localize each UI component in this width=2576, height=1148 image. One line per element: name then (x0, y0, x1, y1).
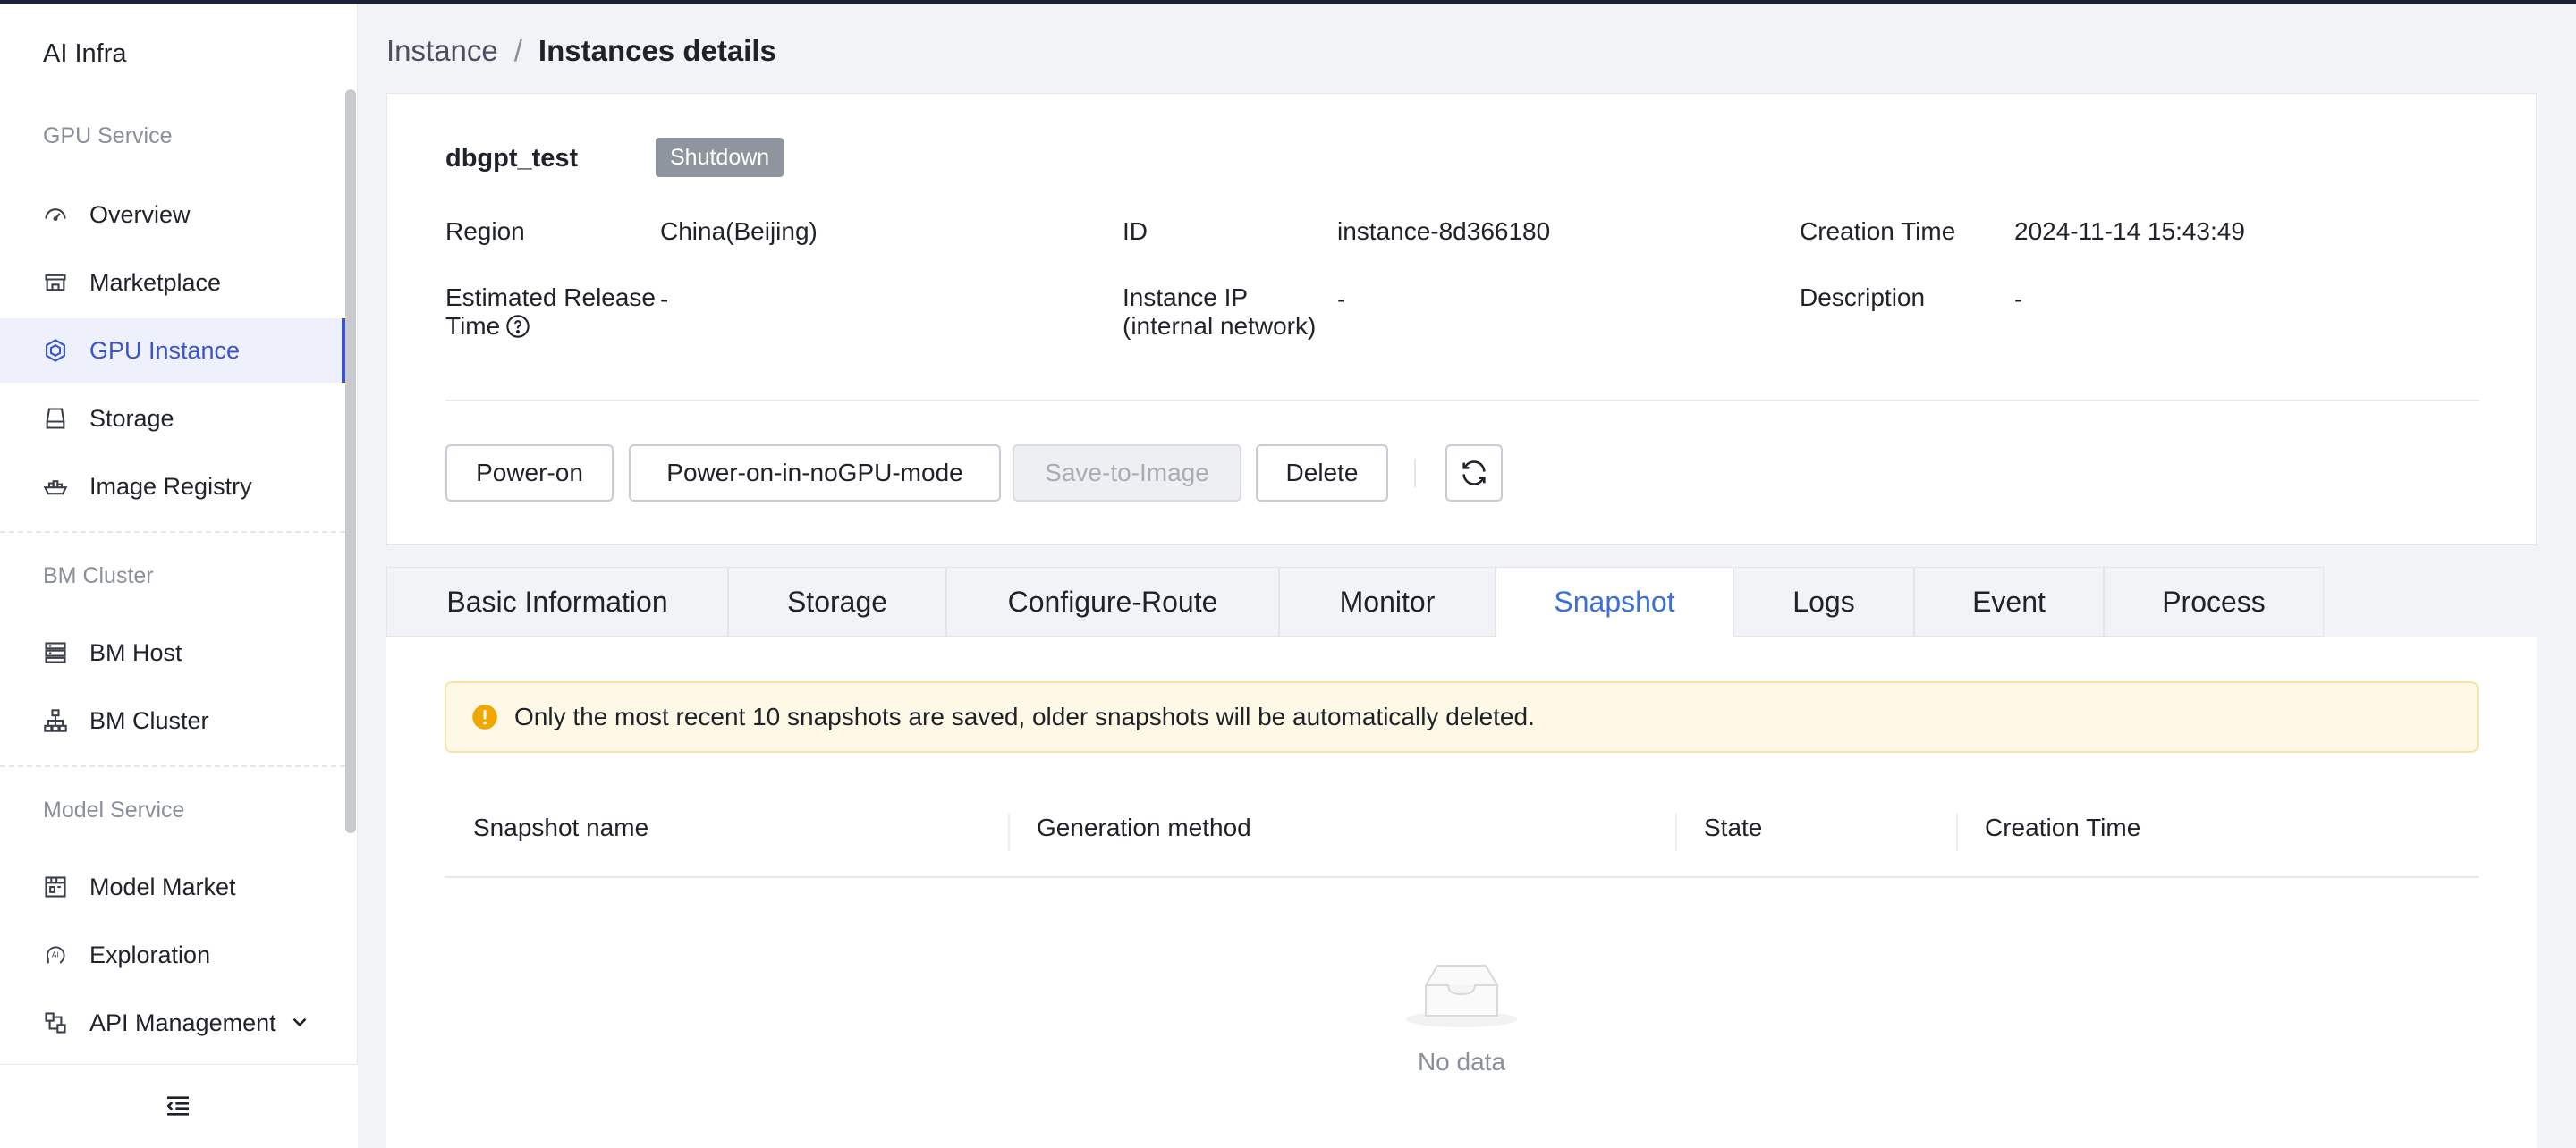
power-on-nogpu-button[interactable]: Power-on-in-noGPU-mode (629, 444, 1001, 502)
delete-button[interactable]: Delete (1256, 444, 1388, 502)
refresh-icon (1462, 460, 1486, 485)
creation-time-label: Creation Time (1800, 217, 1956, 245)
help-icon[interactable] (505, 314, 530, 339)
sidebar-divider (0, 765, 345, 767)
refresh-button[interactable] (1445, 444, 1503, 502)
breadcrumb-instance-link[interactable]: Instance (386, 34, 498, 68)
sidebar-item-label: BM Cluster (89, 706, 209, 734)
sidebar-item-label: Exploration (89, 941, 211, 968)
instance-name: dbgpt_test (445, 144, 579, 173)
sidebar-item-storage[interactable]: Storage (0, 386, 345, 451)
column-generation-method[interactable]: Generation method (1037, 780, 1251, 876)
power-on-button[interactable]: Power-on (445, 444, 614, 502)
id-value: instance-8d366180 (1337, 217, 1551, 245)
empty-text: No data (1417, 1048, 1506, 1076)
server-rack-icon (43, 640, 68, 665)
collapse-sidebar-icon[interactable] (164, 1092, 192, 1120)
tab-monitor[interactable]: Monitor (1279, 567, 1496, 637)
sidebar-item-image-registry[interactable]: Image Registry (0, 454, 345, 519)
instance-ip-value: - (1337, 285, 1346, 313)
sidebar-item-label: Image Registry (89, 472, 252, 500)
api-nodes-icon (43, 1010, 68, 1035)
alert-text: Only the most recent 10 snapshots are sa… (514, 703, 1535, 730)
cluster-tree-icon (43, 708, 68, 733)
id-label: ID (1123, 217, 1148, 245)
breadcrumb-separator: / (513, 34, 522, 67)
sidebar-item-model-market[interactable]: Model Market (0, 855, 345, 919)
app-title: AI Infra (43, 39, 127, 68)
tab-logs[interactable]: Logs (1733, 567, 1914, 637)
group-title-model-service: Model Service (43, 798, 185, 823)
toolbar-separator (1414, 459, 1416, 487)
group-title-gpu-service: GPU Service (43, 123, 173, 148)
creation-time-value: 2024-11-14 15:43:49 (2014, 217, 2245, 245)
sidebar-item-label: GPU Instance (89, 336, 241, 364)
description-value: - (2014, 285, 2023, 313)
column-separator (1008, 814, 1010, 851)
snapshot-panel: Only the most recent 10 snapshots are sa… (386, 637, 2537, 1148)
sidebar-item-marketplace[interactable]: Marketplace (0, 250, 345, 315)
empty-state: No data (386, 958, 2537, 1076)
snapshot-table-header: Snapshot name Generation method State Cr… (445, 780, 2479, 878)
release-time-value: - (660, 285, 669, 313)
container-ship-icon (43, 474, 68, 499)
sidebar-item-label: Marketplace (89, 268, 222, 296)
sidebar-item-label: API Management (89, 1009, 276, 1036)
sidebar-item-label: Overview (89, 200, 191, 228)
gpu-chip-icon (43, 338, 68, 363)
column-state[interactable]: State (1704, 780, 1762, 876)
shop-icon (43, 874, 68, 899)
dashboard-icon (43, 202, 68, 227)
ai-head-icon: AI (43, 942, 68, 967)
release-time-label: Estimated Release Time (445, 283, 656, 341)
tab-configure-route[interactable]: Configure-Route (946, 567, 1279, 637)
description-label: Description (1800, 283, 1926, 311)
instance-ip-label: Instance IP (internal network) (1123, 283, 1316, 341)
tab-process[interactable]: Process (2104, 567, 2324, 637)
sidebar: AI Infra GPU Service Overview Marketplac… (0, 4, 358, 1148)
instance-ip-label-line1: Instance IP (1123, 283, 1249, 311)
breadcrumb: Instance / Instances details (386, 34, 776, 68)
tab-event[interactable]: Event (1914, 567, 2104, 637)
svg-text:AI: AI (52, 950, 59, 958)
store-icon (43, 270, 68, 295)
column-separator (1956, 814, 1958, 851)
sidebar-item-gpu-instance[interactable]: GPU Instance (0, 318, 345, 383)
release-time-label-line2: Time (445, 312, 501, 340)
hard-drive-icon (43, 406, 68, 431)
column-separator (1675, 814, 1677, 851)
region-value: China(Beijing) (660, 217, 818, 245)
release-time-label-line1: Estimated Release (445, 283, 657, 311)
tab-storage[interactable]: Storage (728, 567, 946, 637)
column-snapshot-name[interactable]: Snapshot name (473, 780, 648, 876)
sidebar-item-exploration[interactable]: AI Exploration (0, 923, 345, 987)
sidebar-item-label: Storage (89, 404, 174, 432)
sidebar-item-label: BM Host (89, 638, 182, 666)
snapshot-limit-alert: Only the most recent 10 snapshots are sa… (445, 681, 2479, 753)
sidebar-scrollbar[interactable] (345, 89, 356, 833)
status-badge: Shutdown (656, 138, 784, 177)
empty-inbox-icon (1406, 965, 1517, 1027)
page-title: Instances details (538, 34, 776, 67)
sidebar-item-overview[interactable]: Overview (0, 182, 345, 247)
sidebar-footer (0, 1064, 358, 1148)
tab-snapshot[interactable]: Snapshot (1496, 567, 1733, 637)
sidebar-item-bm-host[interactable]: BM Host (0, 620, 345, 685)
tab-basic-information[interactable]: Basic Information (386, 567, 728, 637)
instance-ip-label-line2: (internal network) (1123, 312, 1317, 340)
sidebar-item-bm-cluster[interactable]: BM Cluster (0, 688, 345, 753)
region-label: Region (445, 217, 525, 245)
sidebar-item-label: Model Market (89, 873, 236, 900)
column-creation-time[interactable]: Creation Time (1985, 780, 2140, 876)
card-divider (445, 400, 2479, 401)
sidebar-divider (0, 531, 345, 533)
window-top-border (0, 0, 2576, 4)
save-to-image-button[interactable]: Save-to-Image (1013, 444, 1241, 502)
sidebar-item-api-management[interactable]: API Management (0, 991, 345, 1055)
instance-summary-card: dbgpt_test Shutdown Region China(Beijing… (386, 93, 2537, 545)
warning-icon (472, 705, 497, 730)
chevron-down-icon[interactable] (288, 1010, 311, 1034)
group-title-bm-cluster: BM Cluster (43, 563, 154, 588)
